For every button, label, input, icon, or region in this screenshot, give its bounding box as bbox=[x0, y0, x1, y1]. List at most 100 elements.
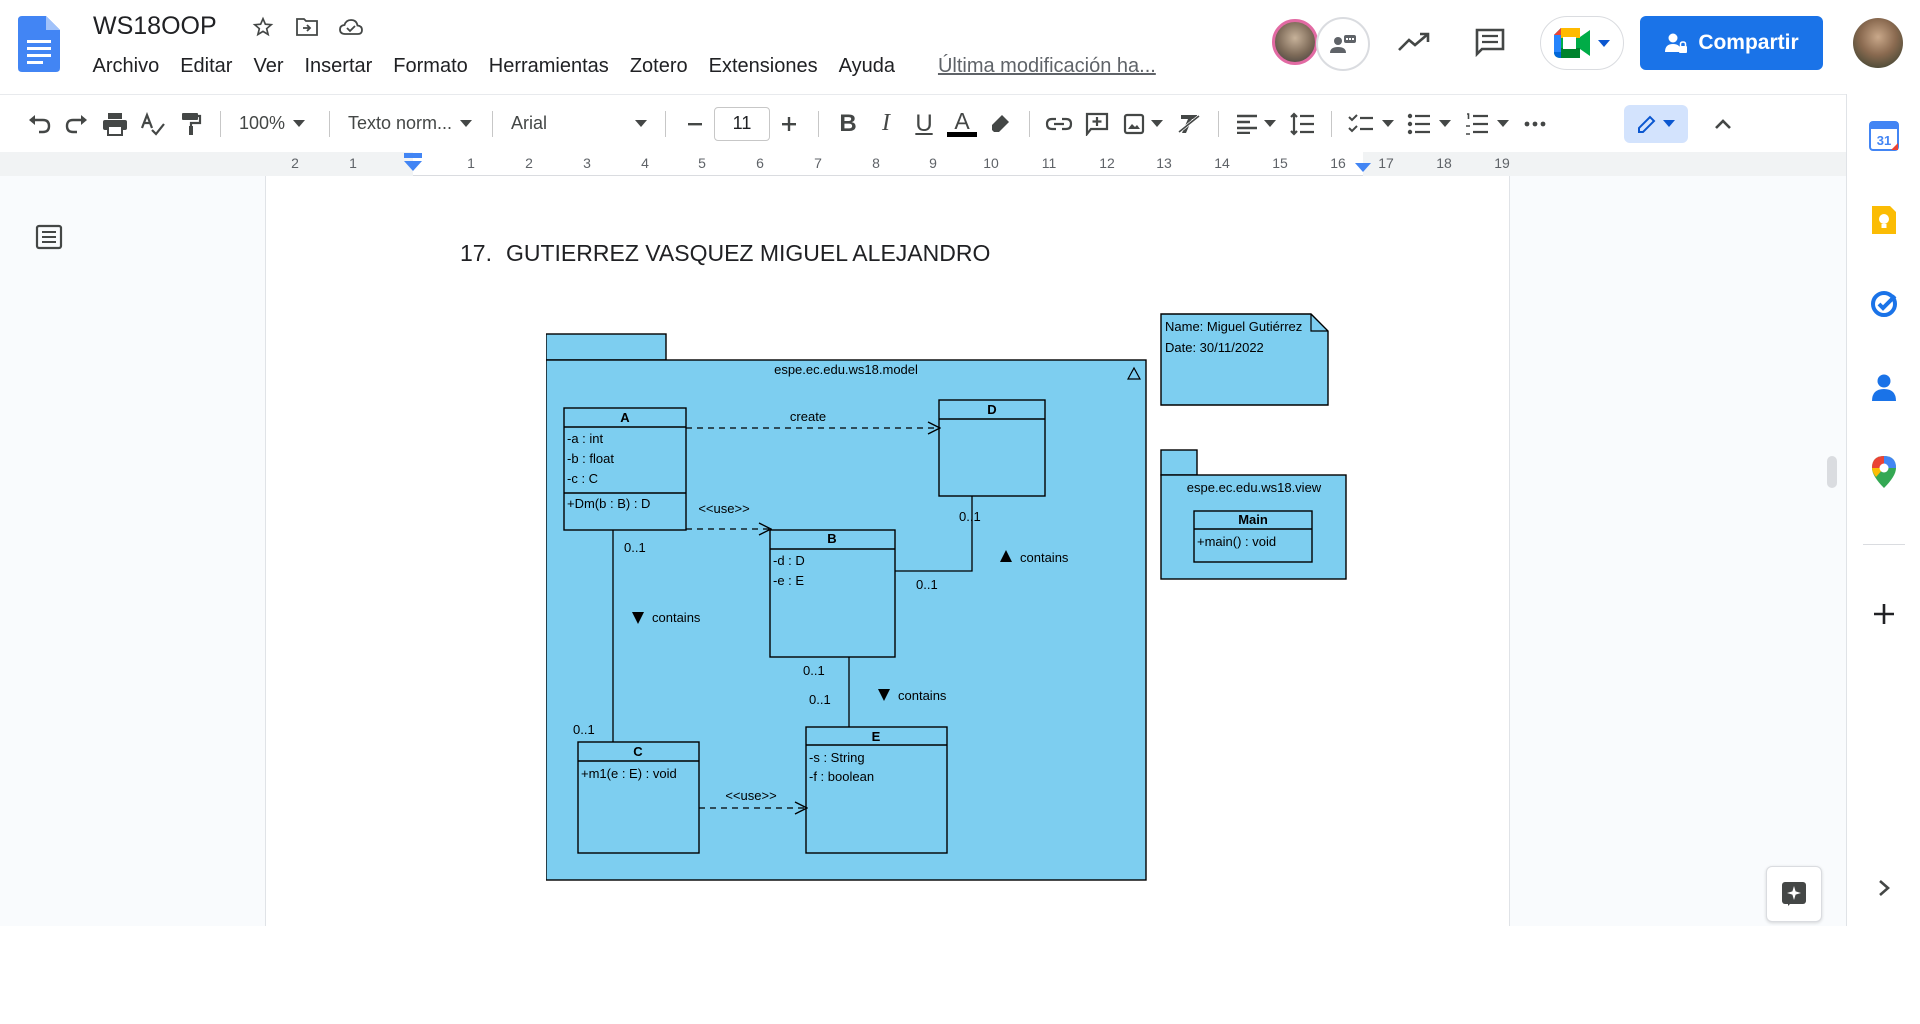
contacts-icon[interactable] bbox=[1866, 370, 1902, 406]
paint-format-button[interactable] bbox=[172, 104, 210, 144]
paragraph-style-select[interactable]: Texto norm... bbox=[340, 104, 482, 144]
collapse-menus-button[interactable] bbox=[1704, 104, 1742, 144]
align-left-icon bbox=[1237, 114, 1257, 134]
add-comment-button[interactable] bbox=[1078, 104, 1116, 144]
bulleted-list-button[interactable] bbox=[1400, 104, 1458, 144]
menu-ayuda[interactable]: Ayuda bbox=[828, 55, 905, 78]
account-avatar[interactable] bbox=[1853, 18, 1903, 68]
expand-icon[interactable] bbox=[1866, 870, 1902, 906]
ruler-label: 7 bbox=[814, 155, 822, 171]
google-docs-window: WS18OOP Archivo Editar Ver Insertar Form… bbox=[0, 0, 1920, 1024]
print-button[interactable] bbox=[96, 104, 134, 144]
last-edit-link[interactable]: Última modificación ha... bbox=[927, 55, 1166, 78]
horizontal-ruler[interactable]: 2 1 1 2 3 4 5 6 7 8 9 10 11 12 13 14 15 … bbox=[265, 152, 1510, 176]
class-b-attr: -e : E bbox=[773, 573, 804, 588]
font-value: Arial bbox=[511, 113, 548, 133]
more-options-button[interactable] bbox=[1516, 104, 1554, 144]
decrease-font-size-button[interactable] bbox=[676, 104, 714, 144]
spellcheck-button[interactable] bbox=[134, 104, 172, 144]
highlight-button[interactable] bbox=[981, 104, 1019, 144]
ruler-label: 6 bbox=[756, 155, 764, 171]
italic-button[interactable]: I bbox=[867, 104, 905, 144]
vertical-scrollbar[interactable] bbox=[1827, 456, 1837, 488]
numbered-list-button[interactable] bbox=[1458, 104, 1516, 144]
share-lock-icon bbox=[1665, 33, 1688, 53]
menu-zotero[interactable]: Zotero bbox=[619, 55, 698, 78]
menu-bar: Archivo Editar Ver Insertar Formato Herr… bbox=[82, 55, 1166, 78]
add-comment-icon bbox=[1085, 112, 1109, 136]
link-icon bbox=[1045, 117, 1073, 130]
tasks-icon[interactable] bbox=[1866, 286, 1902, 322]
contains-label: contains bbox=[652, 610, 701, 625]
undo-button[interactable] bbox=[20, 104, 58, 144]
underline-button[interactable]: U bbox=[905, 104, 943, 144]
bulleted-dropdown-icon bbox=[1439, 120, 1451, 127]
toolbar-divider bbox=[818, 110, 819, 137]
toolbar-divider bbox=[329, 110, 330, 137]
use-label: <<use>> bbox=[698, 501, 749, 516]
docs-logo-icon[interactable] bbox=[18, 16, 60, 72]
line-spacing-button[interactable] bbox=[1283, 104, 1321, 144]
ruler-label: 2 bbox=[525, 155, 533, 171]
mult-label: 0..1 bbox=[573, 722, 595, 737]
title-icons bbox=[248, 12, 366, 42]
insert-link-button[interactable] bbox=[1040, 104, 1078, 144]
student-heading[interactable]: 17. GUTIERREZ VASQUEZ MIGUEL ALEJANDRO bbox=[460, 240, 990, 267]
class-a-name: A bbox=[620, 410, 630, 425]
clear-formatting-button[interactable] bbox=[1170, 104, 1208, 144]
menu-extensiones[interactable]: Extensiones bbox=[698, 55, 828, 78]
redo-button[interactable] bbox=[58, 104, 96, 144]
checklist-button[interactable] bbox=[1342, 104, 1400, 144]
class-e-attr: -f : boolean bbox=[809, 769, 874, 784]
menu-archivo[interactable]: Archivo bbox=[82, 55, 170, 78]
left-indent-marker[interactable] bbox=[403, 152, 423, 174]
class-main-op: +main() : void bbox=[1197, 534, 1276, 549]
editing-mode-button[interactable] bbox=[1624, 104, 1688, 143]
ruler-label: 19 bbox=[1494, 155, 1510, 171]
uml-class-diagram[interactable]: espe.ec.edu.ws18.model A -a : int -b : f… bbox=[546, 294, 1426, 884]
font-select[interactable]: Arial bbox=[503, 104, 655, 144]
class-e: E -s : String -f : boolean bbox=[805, 726, 948, 854]
calendar-icon[interactable]: 31 bbox=[1866, 118, 1902, 154]
explore-sparkle-icon bbox=[1782, 882, 1806, 906]
toolbar-divider bbox=[1331, 110, 1332, 137]
ruler-label: 16 bbox=[1330, 155, 1346, 171]
menu-insertar[interactable]: Insertar bbox=[294, 55, 383, 78]
activity-icon[interactable] bbox=[1394, 22, 1434, 62]
move-icon[interactable] bbox=[292, 12, 322, 42]
redo-icon bbox=[65, 114, 87, 133]
document-outline-icon[interactable] bbox=[34, 222, 64, 252]
collaborator-chat-icon[interactable] bbox=[1316, 17, 1370, 71]
contains-label: contains bbox=[898, 688, 947, 703]
maps-icon[interactable] bbox=[1866, 454, 1902, 490]
right-indent-marker[interactable] bbox=[1354, 152, 1372, 174]
cloud-status-icon[interactable] bbox=[336, 12, 366, 42]
increase-font-size-button[interactable] bbox=[770, 104, 808, 144]
collaborator-avatar[interactable] bbox=[1272, 19, 1318, 65]
menu-editar[interactable]: Editar bbox=[170, 55, 243, 78]
add-icon[interactable] bbox=[1866, 596, 1902, 632]
class-b-attr: -d : D bbox=[773, 553, 805, 568]
share-button[interactable]: Compartir bbox=[1640, 16, 1823, 70]
zoom-select[interactable]: 100% bbox=[231, 104, 319, 144]
explore-button[interactable] bbox=[1766, 866, 1822, 922]
menu-herramientas[interactable]: Herramientas bbox=[478, 55, 619, 78]
comments-icon[interactable] bbox=[1470, 22, 1510, 62]
menu-ver[interactable]: Ver bbox=[243, 55, 294, 78]
checklist-dropdown-icon bbox=[1382, 120, 1394, 127]
align-button[interactable] bbox=[1229, 104, 1283, 144]
document-page[interactable]: 17. GUTIERREZ VASQUEZ MIGUEL ALEJANDRO es… bbox=[265, 176, 1510, 926]
checklist-icon bbox=[1348, 113, 1373, 132]
insert-image-button[interactable] bbox=[1116, 104, 1170, 144]
class-d: D bbox=[938, 399, 1046, 497]
menu-formato[interactable]: Formato bbox=[383, 55, 478, 78]
star-icon[interactable] bbox=[248, 12, 278, 42]
font-size-input[interactable]: 11 bbox=[714, 106, 770, 141]
text-color-button[interactable]: A bbox=[943, 104, 981, 144]
keep-icon[interactable] bbox=[1866, 202, 1902, 238]
document-title[interactable]: WS18OOP bbox=[93, 12, 217, 41]
paragraph-style-value: Texto norm... bbox=[348, 113, 453, 133]
toolbar-divider bbox=[220, 110, 221, 137]
bold-button[interactable]: B bbox=[829, 104, 867, 144]
meet-button[interactable] bbox=[1540, 16, 1624, 70]
